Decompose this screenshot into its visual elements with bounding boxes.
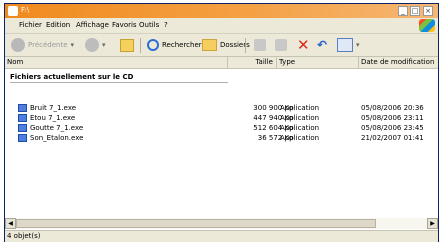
menu-outils[interactable]: Outils — [139, 21, 159, 29]
menu-bar: Fichier Edition Affichage Favoris Outils… — [5, 18, 438, 34]
delete-x-icon: ✕ — [297, 35, 310, 54]
scroll-track[interactable] — [16, 218, 427, 229]
file-name: Etou 7_1.exe — [30, 114, 76, 122]
move-to-button[interactable] — [254, 37, 266, 53]
windows-logo-icon — [419, 19, 435, 32]
menu-fichier[interactable]: Fichier — [19, 21, 42, 29]
toolbar-separator — [140, 38, 141, 53]
menu-affichage[interactable]: Affichage — [76, 21, 109, 29]
scroll-right-button[interactable]: ▶ — [427, 218, 438, 229]
file-type: Application — [280, 114, 320, 122]
menu-help[interactable]: ? — [164, 21, 168, 29]
status-text: 4 objet(s) — [7, 232, 41, 240]
window-title: F:\ — [21, 6, 30, 14]
undo-icon: ↶ — [317, 38, 328, 52]
file-date: 05/08/2006 20:36 — [361, 104, 424, 112]
search-icon — [147, 39, 159, 51]
back-button[interactable]: Précédente ▾ — [11, 37, 74, 53]
toolbar-separator — [245, 38, 246, 53]
column-date[interactable]: Date de modification — [359, 57, 438, 68]
move-to-icon — [254, 39, 266, 51]
horizontal-scrollbar[interactable]: ◀ ▶ — [5, 218, 438, 229]
close-button[interactable]: × — [423, 6, 433, 16]
maximize-button[interactable]: □ — [410, 6, 420, 16]
explorer-window: F:\ _ □ × Fichier Edition Affichage Favo… — [4, 3, 439, 242]
file-type: Application — [280, 134, 320, 142]
title-bar[interactable]: F:\ _ □ × — [5, 4, 438, 18]
column-size[interactable]: Taille — [228, 57, 277, 68]
delete-button[interactable]: ✕ — [297, 37, 310, 53]
status-bar: 4 objet(s) — [5, 230, 438, 242]
file-date: 05/08/2006 23:11 — [361, 114, 424, 122]
up-folder-button[interactable] — [120, 37, 134, 53]
file-row[interactable]: Etou 7_1.exe 447 940 Ko Application 05/0… — [5, 114, 438, 123]
views-button[interactable]: ▾ — [337, 37, 360, 53]
file-row[interactable]: Goutte 7_1.exe 512 604 Ko Application 05… — [5, 124, 438, 133]
undo-button[interactable]: ↶ — [317, 37, 327, 53]
application-icon — [18, 114, 27, 122]
scroll-left-button[interactable]: ◀ — [5, 218, 16, 229]
group-divider — [10, 82, 228, 83]
drive-icon — [8, 6, 18, 16]
views-icon — [337, 38, 353, 52]
copy-to-button[interactable] — [275, 37, 287, 53]
copy-to-icon — [275, 39, 287, 51]
minimize-button[interactable]: _ — [398, 6, 408, 16]
menu-edition[interactable]: Edition — [46, 21, 70, 29]
application-icon — [18, 104, 27, 112]
application-icon — [18, 124, 27, 132]
file-type: Application — [280, 104, 320, 112]
scroll-thumb[interactable] — [16, 219, 376, 228]
file-type: Application — [280, 124, 320, 132]
file-date: 21/02/2007 01:41 — [361, 134, 424, 142]
folders-icon — [202, 39, 217, 51]
file-name: Goutte 7_1.exe — [30, 124, 84, 132]
file-row[interactable]: Bruit 7_1.exe 300 900 Ko Application 05/… — [5, 104, 438, 113]
folder-up-icon — [120, 38, 134, 52]
column-header: Nom Taille Type Date de modification — [5, 57, 438, 69]
file-list: Nom Taille Type Date de modification Fic… — [5, 57, 438, 231]
search-label: Rechercher — [162, 41, 202, 49]
search-button[interactable]: Rechercher — [147, 37, 202, 53]
forward-arrow-icon — [85, 38, 99, 52]
column-type[interactable]: Type — [277, 57, 359, 68]
chevron-down-icon: ▾ — [70, 41, 75, 49]
forward-button[interactable]: ▾ — [85, 37, 106, 53]
application-icon — [18, 134, 27, 142]
file-row[interactable]: Son_Etalon.exe 36 572 Ko Application 21/… — [5, 134, 438, 143]
chevron-down-icon: ▾ — [102, 41, 106, 49]
chevron-down-icon: ▾ — [356, 41, 360, 49]
column-name[interactable]: Nom — [5, 57, 228, 68]
toolbar: Précédente ▾ ▾ Rechercher Dossiers ✕ ↶ ▾ — [5, 34, 438, 57]
group-title: Fichiers actuellement sur le CD — [10, 73, 134, 81]
menu-favoris[interactable]: Favoris — [112, 21, 137, 29]
back-arrow-icon — [11, 38, 25, 52]
file-date: 05/08/2006 23:45 — [361, 124, 424, 132]
back-label: Précédente — [28, 41, 68, 49]
file-name: Son_Etalon.exe — [30, 134, 84, 142]
folders-button[interactable]: Dossiers — [202, 37, 250, 53]
file-name: Bruit 7_1.exe — [30, 104, 77, 112]
